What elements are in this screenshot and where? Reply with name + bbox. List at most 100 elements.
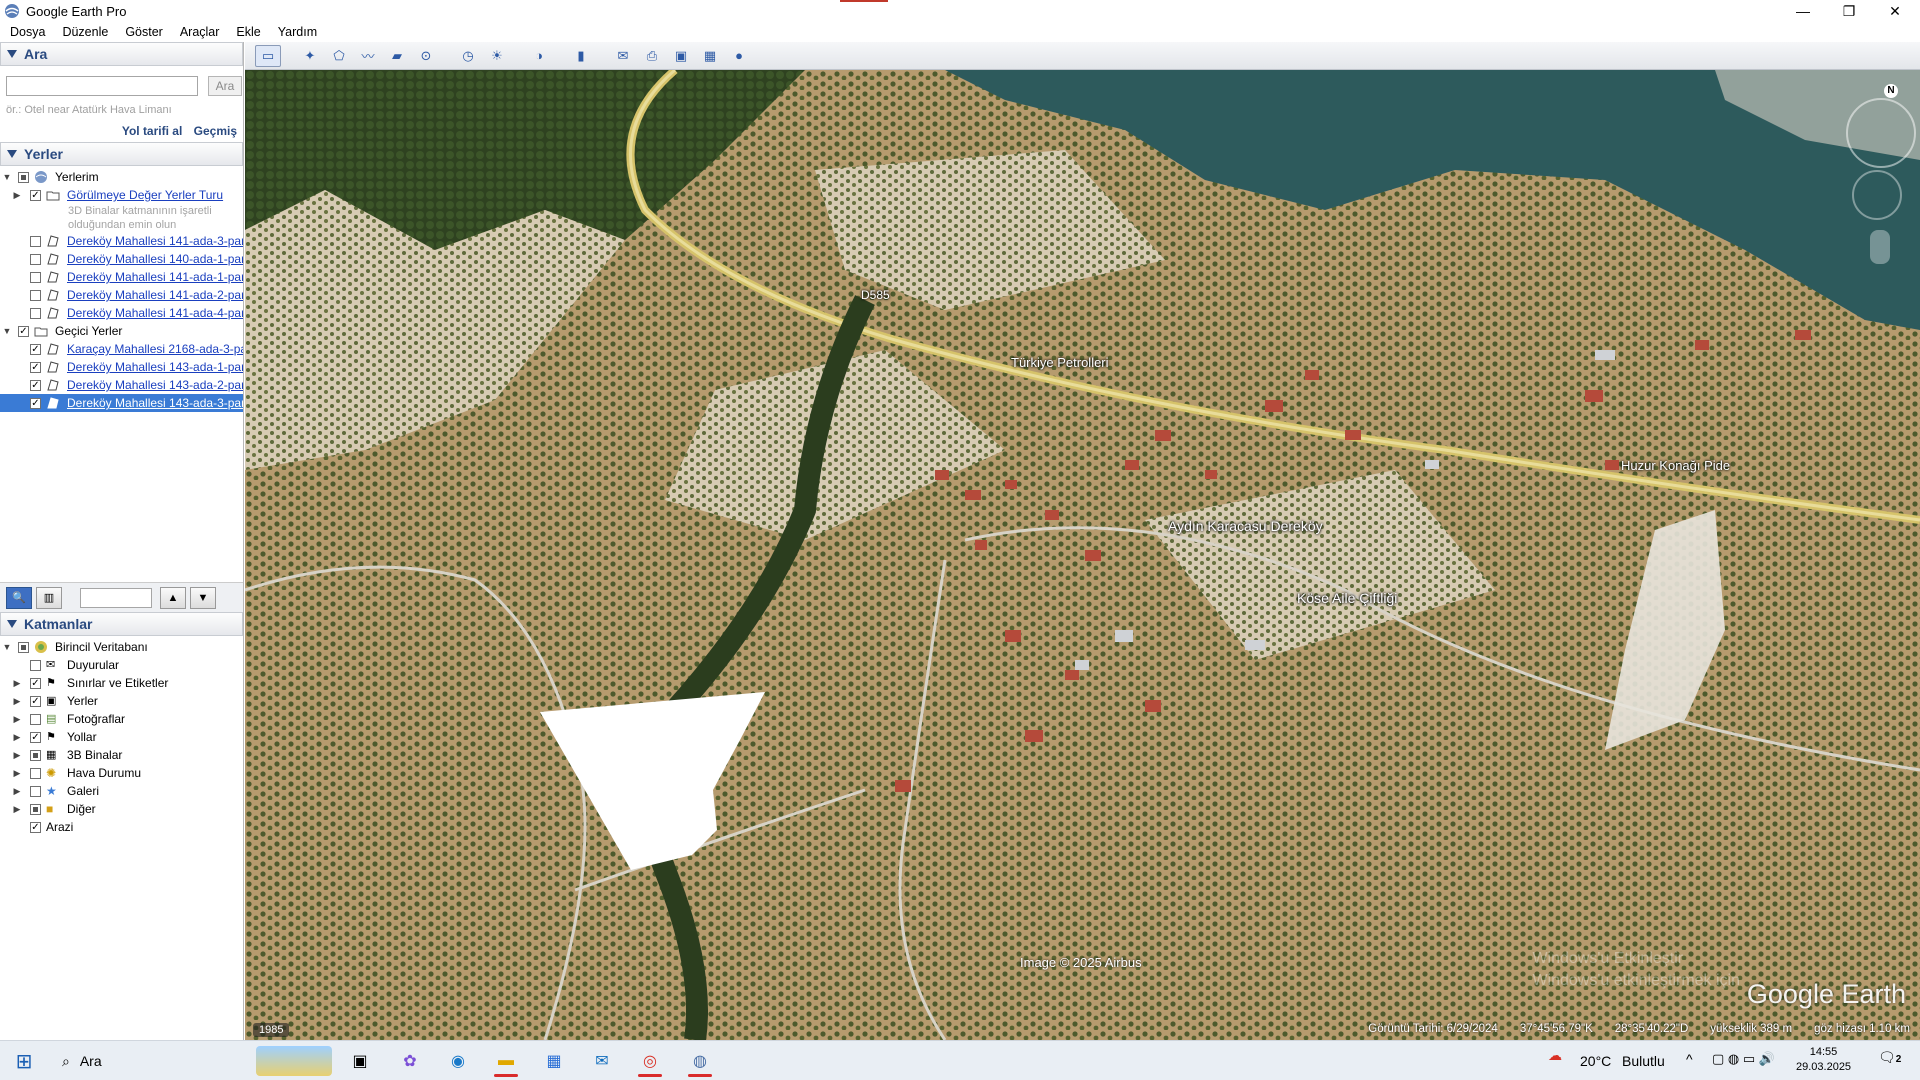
map-view[interactable]: D585 Türkiye Petrolleri Aydın Karacasu D… <box>245 70 1920 1040</box>
fuel-station-label[interactable]: Türkiye Petrolleri <box>1011 355 1109 370</box>
tree-item[interactable]: ✓Karaçay Mahallesi 2168-ada-3-parsel <box>0 340 243 358</box>
expand-icon[interactable]: ▶ <box>12 804 22 814</box>
checkbox[interactable] <box>30 767 41 779</box>
menu-edit[interactable]: Düzenle <box>52 25 115 39</box>
tree-item[interactable]: Dereköy Mahallesi 141-ada-1-parsel <box>0 268 243 286</box>
search-header[interactable]: Ara <box>0 42 243 66</box>
file-explorer-icon[interactable]: ▬ <box>486 1045 526 1077</box>
historical-imagery-icon[interactable]: ◷ <box>455 45 481 67</box>
weather-temp[interactable]: 20°C <box>1580 1053 1611 1069</box>
places-filter-input[interactable] <box>80 587 152 608</box>
add-polygon-icon[interactable]: ⬠ <box>326 45 352 67</box>
layer-item[interactable]: ▶ ★ Galeri <box>0 782 243 800</box>
sunlight-icon[interactable]: ☀ <box>484 45 510 67</box>
sidebar-toggle-icon[interactable]: ▭ <box>255 44 281 67</box>
restaurant-label[interactable]: Huzur Konağı Pide <box>1621 458 1730 473</box>
tray-chevron-icon[interactable]: ^ <box>1686 1051 1693 1067</box>
ruler-icon[interactable]: ▮ <box>568 45 594 67</box>
tree-item[interactable]: Dereköy Mahallesi 141-ada-4-parsel <box>0 304 243 322</box>
clock[interactable]: 14:55 29.03.2025 <box>1796 1045 1851 1075</box>
outlook-icon[interactable]: ✉ <box>582 1045 622 1077</box>
layer-item[interactable]: ▶ ▤ Fotoğraflar <box>0 710 243 728</box>
edge-icon[interactable]: ◉ <box>438 1045 478 1077</box>
earth-icon[interactable]: ● <box>726 45 752 67</box>
north-icon[interactable]: N <box>1884 84 1898 98</box>
expand-icon[interactable]: ▶ <box>12 786 22 796</box>
tree-item[interactable]: Dereköy Mahallesi 140-ada-1-parsel <box>0 250 243 268</box>
layer-item[interactable]: ▶ ▦ 3B Binalar <box>0 746 243 764</box>
layer-item[interactable]: ▶ ✓ ⚑ Sınırlar ve Etiketler <box>0 674 243 692</box>
expand-icon[interactable]: ▶ <box>12 750 22 760</box>
print-icon[interactable]: ⎙ <box>639 45 665 67</box>
collapse-icon[interactable]: ▼ <box>2 642 12 652</box>
store-icon[interactable]: ▦ <box>534 1045 574 1077</box>
add-path-icon[interactable]: 〰 <box>355 45 381 67</box>
checkbox[interactable] <box>30 659 41 671</box>
checkbox[interactable] <box>18 641 29 653</box>
checkbox[interactable] <box>30 785 41 797</box>
split-view-icon[interactable]: ▥ <box>36 586 62 609</box>
windows-start-icon[interactable]: ⊞ <box>4 1045 44 1077</box>
tree-tour[interactable]: ▶ ✓ Görülmeye Değer Yerler Turu <box>0 186 243 204</box>
village-label[interactable]: Aydın Karacasu Dereköy <box>1168 518 1323 534</box>
history-link[interactable]: Geçmiş <box>194 124 237 138</box>
move-joystick-icon[interactable] <box>1852 170 1902 220</box>
taskbar-search[interactable]: ⌕ Ara <box>56 1045 246 1077</box>
layer-root[interactable]: ▼ Birincil Veritabanı <box>0 638 243 656</box>
notification-icon[interactable]: 🗨2 <box>1878 1049 1901 1066</box>
layer-item[interactable]: ▶ ✺ Hava Durumu <box>0 764 243 782</box>
checkbox[interactable] <box>30 713 41 725</box>
tree-item[interactable]: Dereköy Mahallesi 141-ada-2-parsel <box>0 286 243 304</box>
chrome-icon[interactable]: ◎ <box>630 1045 670 1077</box>
save-image-icon[interactable]: ▣ <box>668 45 694 67</box>
menu-tools[interactable]: Araçlar <box>170 25 227 39</box>
search-places-icon[interactable]: 🔍 <box>6 586 32 609</box>
planets-icon[interactable]: ◑ <box>526 45 552 67</box>
layer-item[interactable]: ▶ ✓ ⚑ Yollar <box>0 728 243 746</box>
widget-landscape-icon[interactable] <box>256 1046 332 1076</box>
checkbox[interactable] <box>30 253 41 265</box>
checkbox[interactable]: ✓ <box>30 397 41 409</box>
checkbox[interactable]: ✓ <box>30 677 41 689</box>
layer-item[interactable]: ✉ Duyurular <box>0 656 243 674</box>
close-button[interactable]: ✕ <box>1872 0 1918 22</box>
checkbox[interactable]: ✓ <box>30 821 41 833</box>
checkbox[interactable] <box>30 803 41 815</box>
checkbox[interactable]: ✓ <box>30 379 41 391</box>
copilot-icon[interactable]: ✿ <box>390 1045 430 1077</box>
tree-item-selected[interactable]: ✓ Dereköy Mahallesi 143-ada-3-parsel <box>0 394 243 412</box>
tree-my-places[interactable]: ▼ Yerlerim <box>0 168 243 186</box>
checkbox[interactable] <box>18 171 29 183</box>
tree-item[interactable]: ✓ Dereköy Mahallesi 143-ada-2-parsel <box>0 376 243 394</box>
expand-icon[interactable]: ▶ <box>12 714 22 724</box>
places-header[interactable]: Yerler <box>0 142 243 166</box>
directions-link[interactable]: Yol tarifi al <box>122 124 182 138</box>
menu-view[interactable]: Göster <box>115 25 170 39</box>
expand-icon[interactable]: ▶ <box>12 678 22 688</box>
search-input[interactable] <box>6 76 198 96</box>
farm-label[interactable]: Köse Aile Çiftliği <box>1297 590 1397 606</box>
view-in-maps-icon[interactable]: ▦ <box>697 45 723 67</box>
maximize-button[interactable]: ❐ <box>1826 0 1872 22</box>
expand-icon[interactable]: ▶ <box>12 696 22 706</box>
google-earth-taskbar-icon[interactable]: ◍ <box>680 1045 720 1077</box>
layers-header[interactable]: Katmanlar <box>0 612 243 636</box>
checkbox[interactable] <box>30 235 41 247</box>
add-overlay-icon[interactable]: ▰ <box>384 45 410 67</box>
checkbox[interactable] <box>30 271 41 283</box>
checkbox[interactable] <box>30 289 41 301</box>
layer-item[interactable]: ✓ Arazi <box>0 818 243 836</box>
add-placemark-icon[interactable]: ✦ <box>297 45 323 67</box>
layer-item[interactable]: ▶ ✓ ▣ Yerler <box>0 692 243 710</box>
checkbox[interactable] <box>30 307 41 319</box>
aerial-imagery[interactable] <box>245 70 1920 1040</box>
checkbox[interactable]: ✓ <box>30 343 41 355</box>
collapse-icon[interactable]: ▼ <box>2 172 12 182</box>
checkbox[interactable]: ✓ <box>30 731 41 743</box>
move-down-icon[interactable]: ▼ <box>190 586 216 609</box>
minimize-button[interactable]: — <box>1780 0 1826 22</box>
checkbox[interactable]: ✓ <box>30 361 41 373</box>
look-joystick-icon[interactable] <box>1846 98 1916 168</box>
checkbox[interactable]: ✓ <box>30 695 41 707</box>
collapse-icon[interactable]: ▼ <box>2 326 12 336</box>
